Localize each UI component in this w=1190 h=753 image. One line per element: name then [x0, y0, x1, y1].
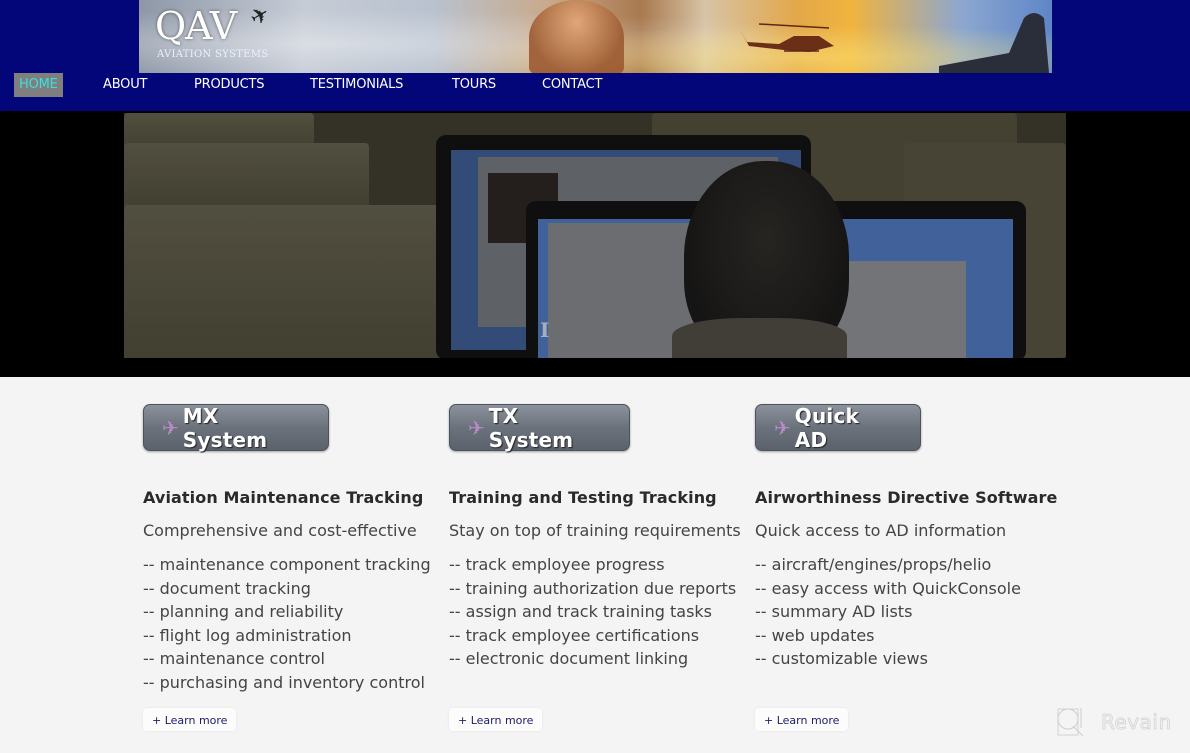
feature-list: -- track employee progress -- training a…: [449, 553, 749, 671]
product-tagline: Comprehensive and cost-effective: [143, 521, 417, 540]
quick-ad-button[interactable]: ✈ Quick AD: [755, 404, 921, 452]
tx-system-button[interactable]: ✈ TX System: [449, 404, 630, 452]
nav-about[interactable]: ABOUT: [103, 73, 147, 97]
feature-item: -- web updates: [755, 625, 875, 645]
feature-item: -- assign and track training tasks: [449, 602, 713, 621]
hero-caption: I: [540, 318, 550, 342]
feature-item: -- training authorization due reports: [449, 578, 737, 598]
qav-logo[interactable]: QAV ✈ AVIATION SYSTEMS: [155, 1, 285, 66]
feature-item: -- easy access with QuickConsole: [755, 578, 1021, 598]
revain-watermark-text: Revain: [1101, 710, 1172, 735]
feature-item: -- flight log administration: [143, 625, 352, 645]
revain-watermark: Revain: [1055, 706, 1172, 738]
logo-title: QAV: [155, 4, 237, 48]
logo-plane-icon: ✈: [245, 1, 275, 32]
nav-tours[interactable]: TOURS: [452, 73, 496, 97]
logo-subtitle: AVIATION SYSTEMS: [157, 49, 269, 60]
airliner-image: [529, 0, 624, 73]
product-column-tx: ✈ TX System Training and Testing Trackin…: [449, 404, 749, 671]
mx-system-button[interactable]: ✈ MX System: [143, 404, 329, 452]
learn-more-mx-link[interactable]: + Learn more: [143, 708, 237, 731]
feature-item: -- aircraft/engines/props/helio: [755, 555, 992, 574]
nav-testimonials[interactable]: TESTIMONIALS: [310, 73, 403, 97]
header-banner-image: QAV ✈ AVIATION SYSTEMS: [139, 0, 1052, 73]
product-tagline: Stay on top of training requirements: [449, 521, 741, 540]
airplane-icon: ✈: [162, 415, 179, 440]
nav-contact[interactable]: CONTACT: [542, 73, 602, 97]
feature-item: -- customizable views: [755, 649, 928, 668]
airplane-icon: ✈: [774, 415, 791, 440]
product-heading: Aviation Maintenance Tracking: [143, 488, 424, 507]
feature-item: -- purchasing and inventory control: [143, 672, 425, 692]
product-tagline: Quick access to AD information: [755, 521, 1007, 540]
nav-home[interactable]: HOME: [14, 73, 63, 97]
feature-list: -- aircraft/engines/props/helio -- easy …: [755, 553, 1055, 671]
product-column-quick-ad: ✈ Quick AD Airworthiness Directive Softw…: [755, 404, 1058, 671]
product-heading: Airworthiness Directive Software: [755, 488, 1058, 507]
helicopter-image: [739, 23, 834, 52]
airplane-icon: ✈: [468, 415, 485, 440]
revain-logo-icon: [1057, 708, 1084, 737]
feature-item: -- track employee certifications: [449, 625, 700, 645]
product-heading: Training and Testing Tracking: [449, 488, 717, 507]
feature-item: -- electronic document linking: [449, 649, 689, 668]
nav-products[interactable]: PRODUCTS: [194, 73, 265, 97]
feature-item: -- maintenance control: [143, 649, 325, 668]
feature-item: -- document tracking: [143, 578, 311, 598]
hero-slider: I: [0, 111, 1190, 377]
site-header: QAV ✈ AVIATION SYSTEMS HOME ABOUT PRODUC…: [0, 0, 1190, 111]
feature-list: -- maintenance component tracking -- doc…: [143, 553, 443, 694]
main-nav: HOME ABOUT PRODUCTS TESTIMONIALS TOURS C…: [0, 73, 1190, 98]
product-column-mx: ✈ MX System Aviation Maintenance Trackin…: [143, 404, 443, 694]
feature-item: -- track employee progress: [449, 555, 665, 574]
learn-more-quick-ad-link[interactable]: + Learn more: [755, 708, 849, 731]
hero-image: I: [124, 113, 1066, 358]
feature-item: -- planning and reliability: [143, 602, 344, 621]
learn-more-tx-link[interactable]: + Learn more: [449, 708, 543, 731]
jet-image: [939, 13, 1049, 73]
feature-item: -- summary AD lists: [755, 602, 913, 621]
feature-item: -- maintenance component tracking: [143, 555, 431, 574]
